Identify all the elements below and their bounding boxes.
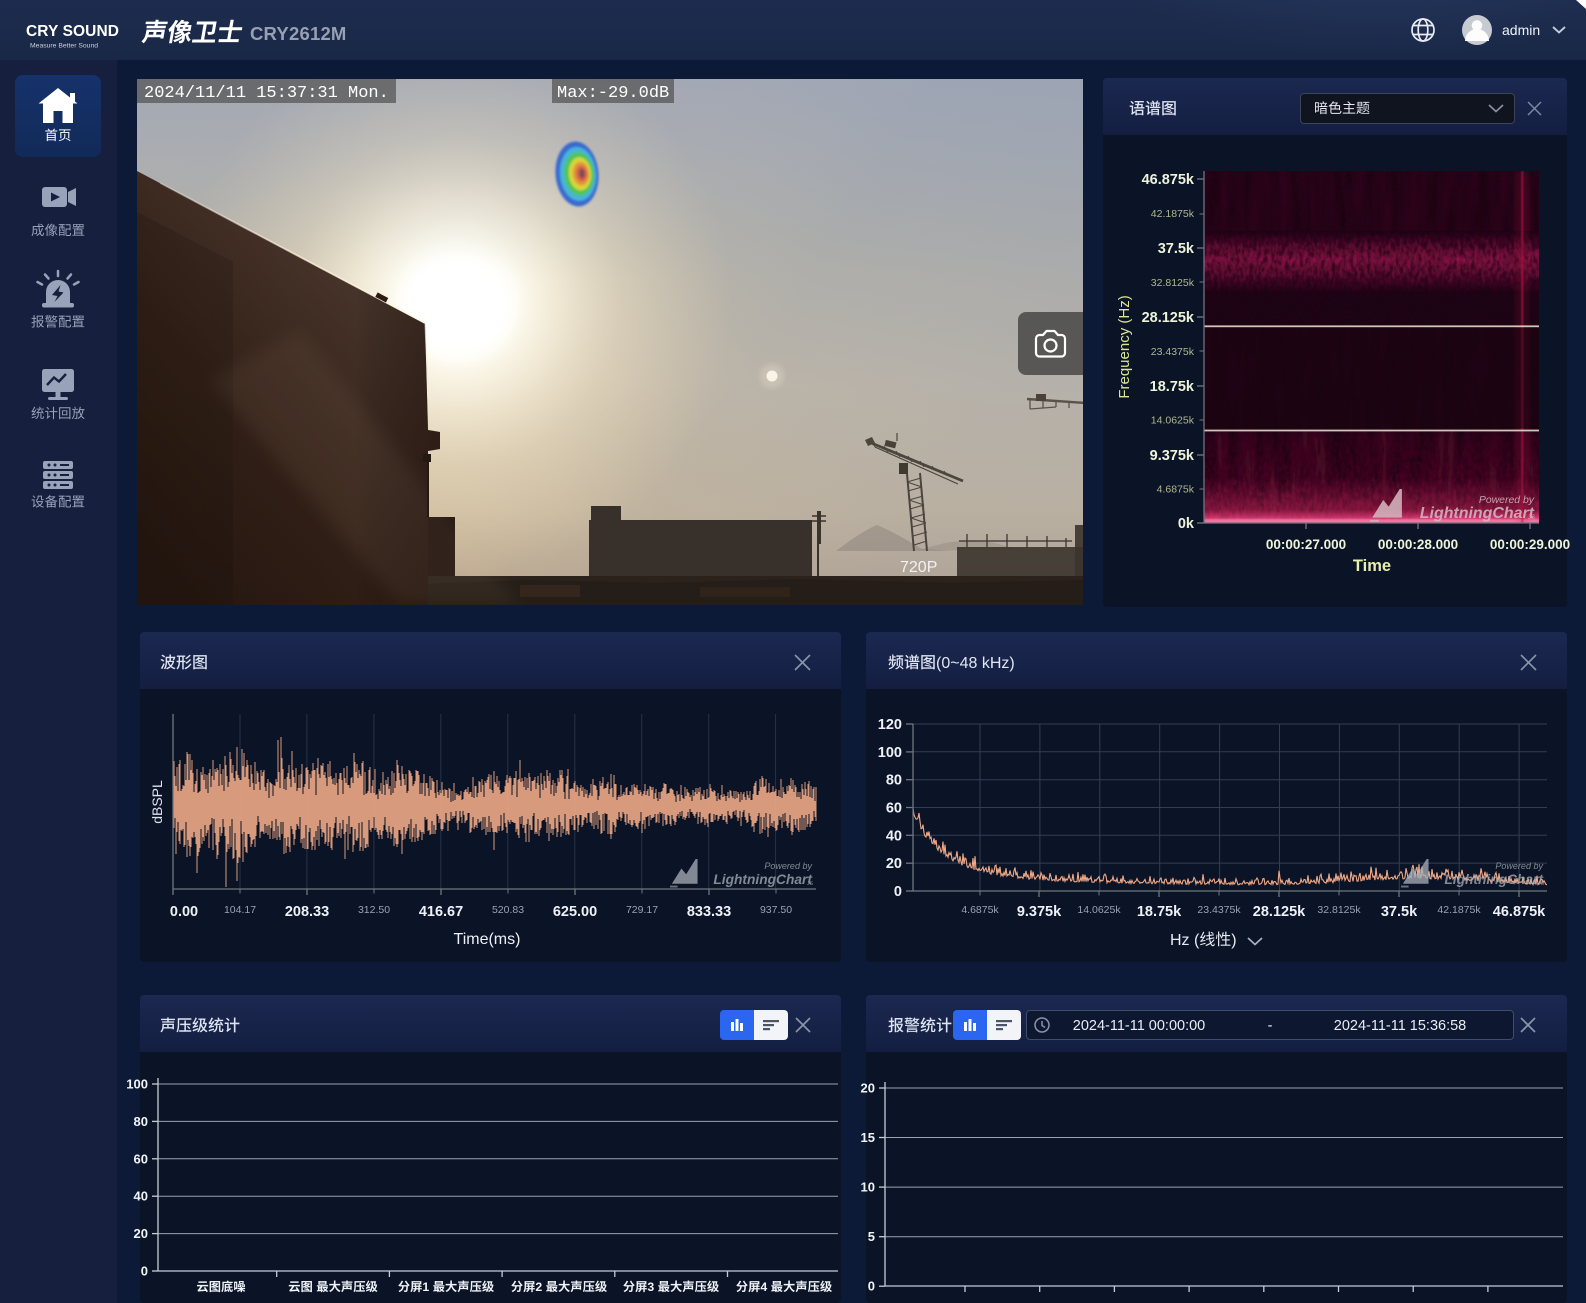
svg-text:LightningChart: LightningChart [1420, 505, 1535, 522]
svg-text:00:00:28.000: 00:00:28.000 [1378, 537, 1458, 552]
svg-text:2024/11/11 15:37:31 Mon.: 2024/11/11 15:37:31 Mon. [144, 84, 389, 103]
svg-text:Time(ms): Time(ms) [454, 931, 521, 948]
svg-text:520.83: 520.83 [492, 904, 524, 916]
svg-text:LightningChart: LightningChart [1444, 872, 1544, 887]
svg-text:20: 20 [134, 1226, 148, 1241]
svg-text:): ) [1231, 932, 1236, 949]
svg-text:5: 5 [868, 1229, 875, 1244]
svg-text:14.0625k: 14.0625k [1151, 415, 1195, 427]
svg-text:23.4375k: 23.4375k [1151, 346, 1195, 358]
svg-text:(0~48 kHz): (0~48 kHz) [936, 655, 1015, 672]
svg-text:20: 20 [861, 1081, 875, 1096]
svg-text:Measure Better Sound: Measure Better Sound [30, 43, 98, 50]
svg-text:18.75k: 18.75k [1137, 904, 1182, 920]
svg-text:0: 0 [141, 1264, 148, 1279]
svg-text:0.00: 0.00 [170, 904, 198, 920]
svg-text:CRY SOUND: CRY SOUND [26, 23, 119, 40]
svg-text:18.75k: 18.75k [1150, 379, 1195, 395]
svg-text:720P: 720P [900, 559, 937, 576]
svg-text:1: 1 [422, 1280, 429, 1294]
svg-text:2024-11-11 15:36:58: 2024-11-11 15:36:58 [1334, 1018, 1467, 1034]
svg-text:28.125k: 28.125k [1253, 904, 1306, 920]
svg-text:60: 60 [134, 1151, 148, 1166]
svg-text:32.8125k: 32.8125k [1151, 277, 1195, 289]
svg-text:833.33: 833.33 [687, 904, 731, 920]
svg-text:15: 15 [861, 1130, 875, 1145]
svg-text:42.1875k: 42.1875k [1151, 208, 1195, 220]
svg-text:Frequency (Hz): Frequency (Hz) [1116, 295, 1133, 398]
svg-text:625.00: 625.00 [553, 904, 597, 920]
svg-text:00:00:29.000: 00:00:29.000 [1490, 537, 1570, 552]
svg-text:JS: JS [1528, 515, 1535, 521]
svg-text:937.50: 937.50 [760, 904, 792, 916]
svg-text:CRY2612M: CRY2612M [250, 23, 347, 44]
svg-text:729.17: 729.17 [626, 904, 658, 916]
svg-text:admin: admin [1502, 22, 1540, 38]
svg-text:104.17: 104.17 [224, 904, 256, 916]
svg-text:46.875k: 46.875k [1142, 172, 1195, 188]
svg-text:dBSPL: dBSPL [149, 780, 165, 824]
svg-text:-: - [1268, 1018, 1273, 1034]
svg-text:80: 80 [134, 1114, 148, 1129]
svg-text:9.375k: 9.375k [1150, 448, 1195, 464]
svg-text:Powered by: Powered by [1495, 861, 1543, 871]
svg-text:20: 20 [886, 856, 902, 872]
svg-text:80: 80 [886, 773, 902, 789]
svg-text:120: 120 [878, 717, 902, 733]
svg-text:LightningChart: LightningChart [713, 872, 813, 887]
svg-text:208.33: 208.33 [285, 904, 329, 920]
svg-text:JS: JS [1538, 881, 1545, 887]
svg-text:42.1875k: 42.1875k [1437, 904, 1481, 916]
svg-text:4.6875k: 4.6875k [1157, 483, 1195, 495]
svg-text:Time: Time [1353, 557, 1391, 575]
svg-text:Max:-29.0dB: Max:-29.0dB [557, 84, 669, 103]
svg-text:100: 100 [126, 1077, 148, 1092]
svg-text:32.8125k: 32.8125k [1317, 904, 1361, 916]
svg-text:0k: 0k [1178, 516, 1195, 532]
svg-text:0: 0 [894, 884, 902, 900]
svg-text:46.875k: 46.875k [1493, 904, 1546, 920]
svg-text:Hz (: Hz ( [1170, 932, 1200, 949]
svg-text:37.5k: 37.5k [1158, 241, 1195, 257]
svg-text:3: 3 [647, 1280, 654, 1294]
svg-text:4: 4 [760, 1280, 767, 1294]
svg-text:312.50: 312.50 [358, 904, 390, 916]
svg-text:37.5k: 37.5k [1381, 904, 1418, 920]
svg-text:23.4375k: 23.4375k [1197, 904, 1241, 916]
svg-text:100: 100 [878, 745, 902, 761]
svg-text:28.125k: 28.125k [1142, 310, 1195, 326]
svg-text:Powered by: Powered by [764, 861, 812, 871]
svg-text:4.6875k: 4.6875k [961, 904, 999, 916]
svg-text:00:00:27.000: 00:00:27.000 [1266, 537, 1346, 552]
svg-text:2: 2 [535, 1280, 542, 1294]
svg-text:416.67: 416.67 [419, 904, 463, 920]
svg-text:0: 0 [868, 1279, 875, 1294]
svg-text:40: 40 [134, 1189, 148, 1204]
svg-text:10: 10 [861, 1180, 875, 1195]
svg-text:2024-11-11 00:00:00: 2024-11-11 00:00:00 [1073, 1018, 1206, 1034]
svg-text:9.375k: 9.375k [1017, 904, 1062, 920]
svg-text:14.0625k: 14.0625k [1077, 904, 1121, 916]
svg-text:JS: JS [807, 881, 814, 887]
svg-text:40: 40 [886, 828, 902, 844]
svg-text:60: 60 [886, 801, 902, 817]
